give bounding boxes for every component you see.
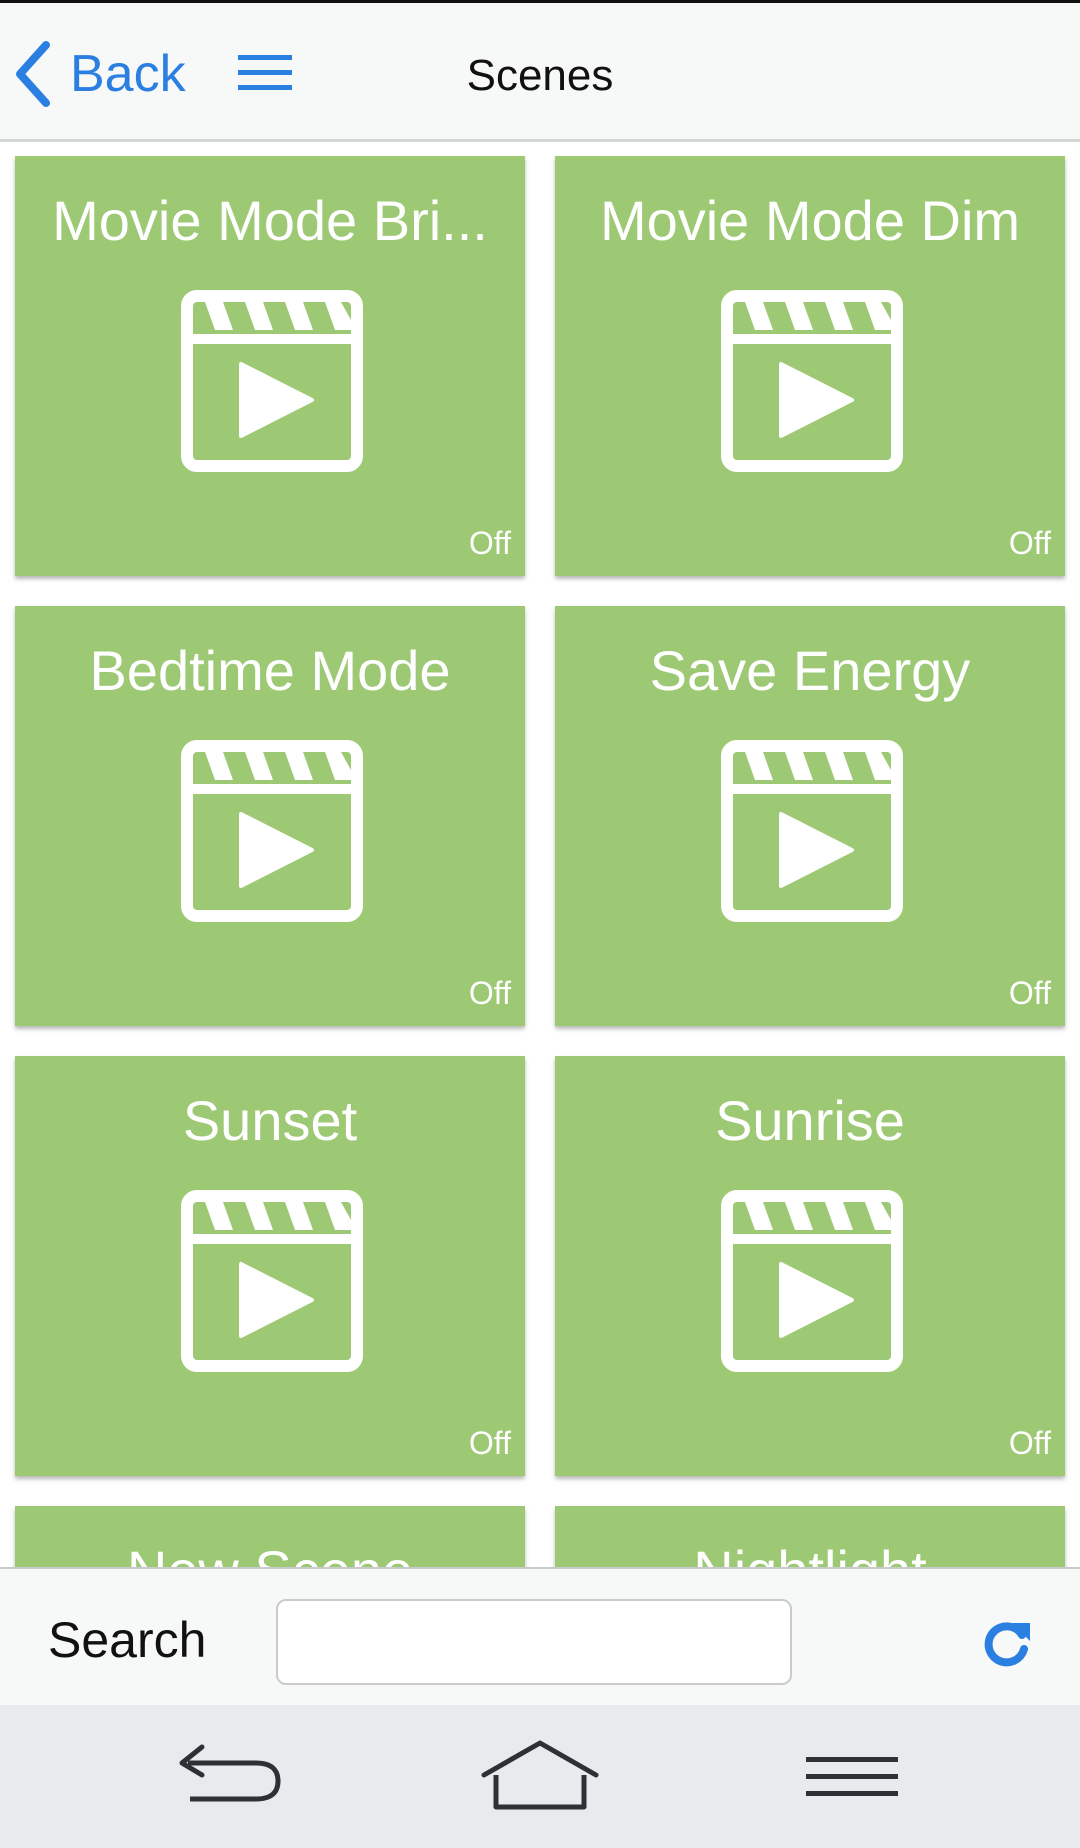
home-icon[interactable] (480, 1735, 600, 1819)
clapperboard-play-icon (181, 740, 363, 922)
scene-status: Off (1008, 975, 1051, 1011)
search-bar: Search (0, 1567, 1080, 1707)
scene-name: New Scene (15, 1538, 525, 1567)
scene-tile[interactable]: Bedtime Mode Off (15, 606, 525, 1026)
scene-status: Off (1008, 525, 1051, 561)
search-label: Search (48, 1612, 207, 1668)
return-arrow-icon[interactable] (168, 1735, 288, 1819)
clapperboard-play-icon (721, 740, 903, 922)
scene-tile[interactable]: Sunset Off (15, 1056, 525, 1476)
app-header: Back Scenes (0, 3, 1080, 142)
scene-name: Sunrise (715, 1089, 905, 1152)
clapperboard-play-icon (181, 1190, 363, 1372)
scene-name: Movie Mode Bri... (52, 189, 488, 252)
menu-lines-icon[interactable] (792, 1735, 912, 1819)
scene-tile[interactable]: Sunrise Off (555, 1056, 1065, 1476)
scene-grid: Movie Mode Bri... Off Movie Mode Dim Off… (0, 142, 1080, 1567)
page-title: Scenes (466, 51, 614, 100)
scene-name: Bedtime Mode (89, 639, 451, 702)
scene-name: Save Energy (649, 639, 971, 702)
clapperboard-play-icon (181, 290, 363, 472)
clapperboard-play-icon (721, 290, 903, 472)
scene-status: Off (1008, 1425, 1051, 1461)
clapperboard-play-icon (721, 1190, 903, 1372)
scene-tile[interactable]: New Scene (15, 1506, 525, 1567)
search-input[interactable] (276, 1599, 792, 1685)
scene-status: Off (468, 1425, 511, 1461)
scene-status: Off (468, 525, 511, 561)
scene-name: Movie Mode Dim (599, 189, 1021, 252)
refresh-icon[interactable] (978, 1615, 1034, 1671)
scene-name: Nightlight (555, 1538, 1065, 1567)
scene-tile[interactable]: Nightlight (555, 1506, 1065, 1567)
scene-tile[interactable]: Save Energy Off (555, 606, 1065, 1026)
system-nav-bar (0, 1705, 1080, 1848)
scene-tile[interactable]: Movie Mode Dim Off (555, 156, 1065, 576)
scene-name: Sunset (182, 1089, 358, 1152)
scene-tile[interactable]: Movie Mode Bri... Off (15, 156, 525, 576)
scene-status: Off (468, 975, 511, 1011)
